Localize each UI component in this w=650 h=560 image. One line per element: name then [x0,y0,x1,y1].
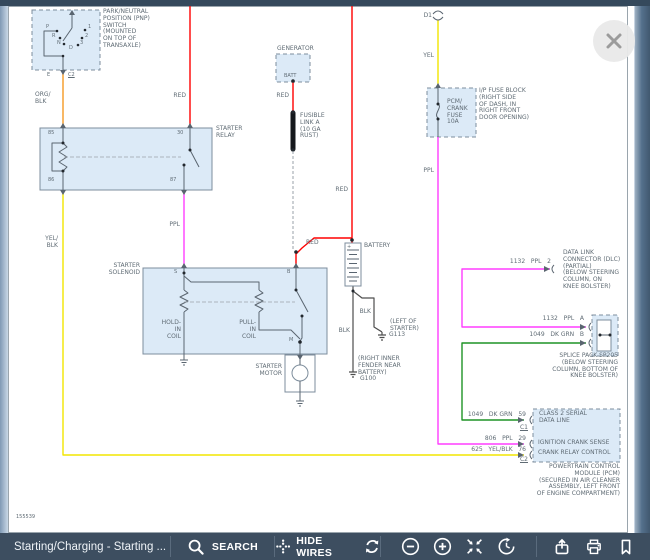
starter-motor-label: STARTER MOTOR [256,364,282,378]
search-icon [187,538,205,556]
refresh-wires-icon[interactable] [364,538,380,555]
pcm-crank-fuse-label: PCM/ CRANK FUSE 10A [447,99,468,126]
print-button[interactable] [585,538,603,556]
wire-label-yel: YEL [423,53,434,60]
search-button[interactable]: SEARCH [171,533,274,560]
wire-label-yel-blk: YEL/ BLK [45,236,58,250]
circuit-1132-pin2: 1132 PPL 2 [510,259,551,266]
reset-view-button[interactable] [497,537,516,556]
bookmark-icon [617,538,635,556]
diagram-title-button[interactable]: Starting/Charging - Starting ... [0,533,170,560]
circuit-1049-pin59: 1049 DK GRN 59 [468,412,526,419]
fusible-link-label: FUSIBLE LINK A (10 GA RUST) [300,113,325,140]
pnp-contact-r: R [52,34,55,39]
wire-label-red-2: RED [276,93,289,100]
pnp-switch-label: PARK/NEUTRAL POSITION (PNP) SWITCH (MOUN… [103,9,150,50]
zoom-out-icon [401,537,420,556]
bookmark-button[interactable] [617,538,635,556]
generator-label: GENERATOR [277,46,314,53]
crank-relay-control-label: CRANK RELAY CONTROL [538,450,611,457]
close-button[interactable] [593,20,635,62]
wire-label-red-4: RED [306,240,319,247]
print-icon [585,538,603,556]
scrollbar-thumb[interactable] [635,6,650,533]
pcm-label: POWERTRAIN CONTROL MODULE (PCM) (SECURED… [537,464,620,498]
pcm-connector-c2: C2 [520,457,528,464]
scrollbar-track[interactable] [634,6,650,533]
g100-label: G100 [360,376,376,383]
relay-pin-87: 87 [170,178,176,183]
wire-label-ppl-1: PPL [169,222,180,229]
starter-relay-label: STARTER RELAY [216,126,242,140]
wire-label-red-1: RED [173,93,186,100]
g100-location-label: (RIGHT INNER FENDER NEAR BATTERY) [358,356,401,376]
fit-to-screen-button[interactable] [465,537,484,556]
solenoid-terminal-b: B [287,270,290,275]
wire-label-red-3: RED [335,187,348,194]
diagram-canvas[interactable] [8,6,628,533]
circuit-1049-pinb: 1049 DK GRN B [529,332,584,339]
connector-d1-label: D1 [424,13,432,20]
pnp-contact-1: 1 [88,25,91,30]
pcm-connector-c1: C1 [520,425,528,432]
solenoid-terminal-m: M [289,338,293,343]
move-wires-icon [275,538,291,555]
solenoid-terminal-s: S [174,270,177,275]
splice-pack-label: SPLICE PACK SP205 (BELOW STEERING COLUMN… [552,353,618,380]
document-actions [537,533,650,560]
circuit-625-pin76: 625 YEL/BLK 76 [471,447,526,454]
zoom-in-button[interactable] [433,537,452,556]
export-button[interactable] [553,538,571,556]
hide-wires-label: HIDE WIRES [296,535,359,559]
dlc-label: DATA LINK CONNECTOR (DLC) (PARTIAL) (BEL… [563,250,620,291]
left-edge-strip [0,6,8,533]
fit-to-screen-icon [465,537,484,556]
generator-batt-terminal: BATT [284,74,296,79]
pnp-contact-2: 2 [85,34,88,39]
relay-pin-85: 85 [48,131,54,136]
search-label: SEARCH [212,541,258,553]
pnp-contact-p: P [46,25,49,30]
hold-in-coil-label: HOLD- IN COIL [162,320,181,340]
wire-label-blk-1: BLK [339,328,350,335]
wire-label-blk-2: BLK [360,309,371,316]
diagram-number: 155539 [16,515,35,520]
wiring-diagram-viewer: PARK/NEUTRAL POSITION (PNP) SWITCH (MOUN… [0,0,650,560]
hide-wires-button[interactable]: HIDE WIRES [275,533,380,560]
top-edge-strip [0,0,650,6]
export-icon [553,538,571,556]
terminal-e: E [47,73,50,78]
reset-view-icon [497,537,516,556]
battery-label: BATTERY [364,243,390,250]
diagram-title: Starting/Charging - Starting ... [14,541,166,553]
wire-label-org-blk: ORG/ BLK [35,92,51,106]
class2-serial-label: CLASS 2 SERIAL DATA LINE [539,411,587,425]
g113-label: G113 [389,332,405,339]
wire-label-ppl-2: PPL [423,168,434,175]
relay-pin-30: 30 [177,131,183,136]
zoom-in-icon [433,537,452,556]
circuit-1132-pina: 1132 PPL A [543,316,584,323]
bottom-toolbar: Starting/Charging - Starting ... SEARCH [0,533,650,560]
pull-in-coil-label: PULL- IN COIL [239,320,256,340]
relay-pin-86: 86 [48,178,54,183]
zoom-controls [381,533,536,560]
circuit-806-pin29: 806 PPL 29 [485,436,526,443]
zoom-out-button[interactable] [401,537,420,556]
pnp-contact-n: N [57,41,61,46]
pnp-contact-3: 3 [80,41,83,46]
ip-fuse-block-label: I/P FUSE BLOCK (RIGHT SIDE OF DASH, IN R… [479,88,529,122]
connector-c2: C2 [68,73,75,78]
close-icon [604,31,624,51]
battery-plus: + [347,245,351,250]
pnp-contact-d: D [69,46,73,51]
ignition-crank-sense-label: IGNITION CRANK SENSE [538,440,609,447]
starter-solenoid-label: STARTER SOLENOID [109,263,140,277]
